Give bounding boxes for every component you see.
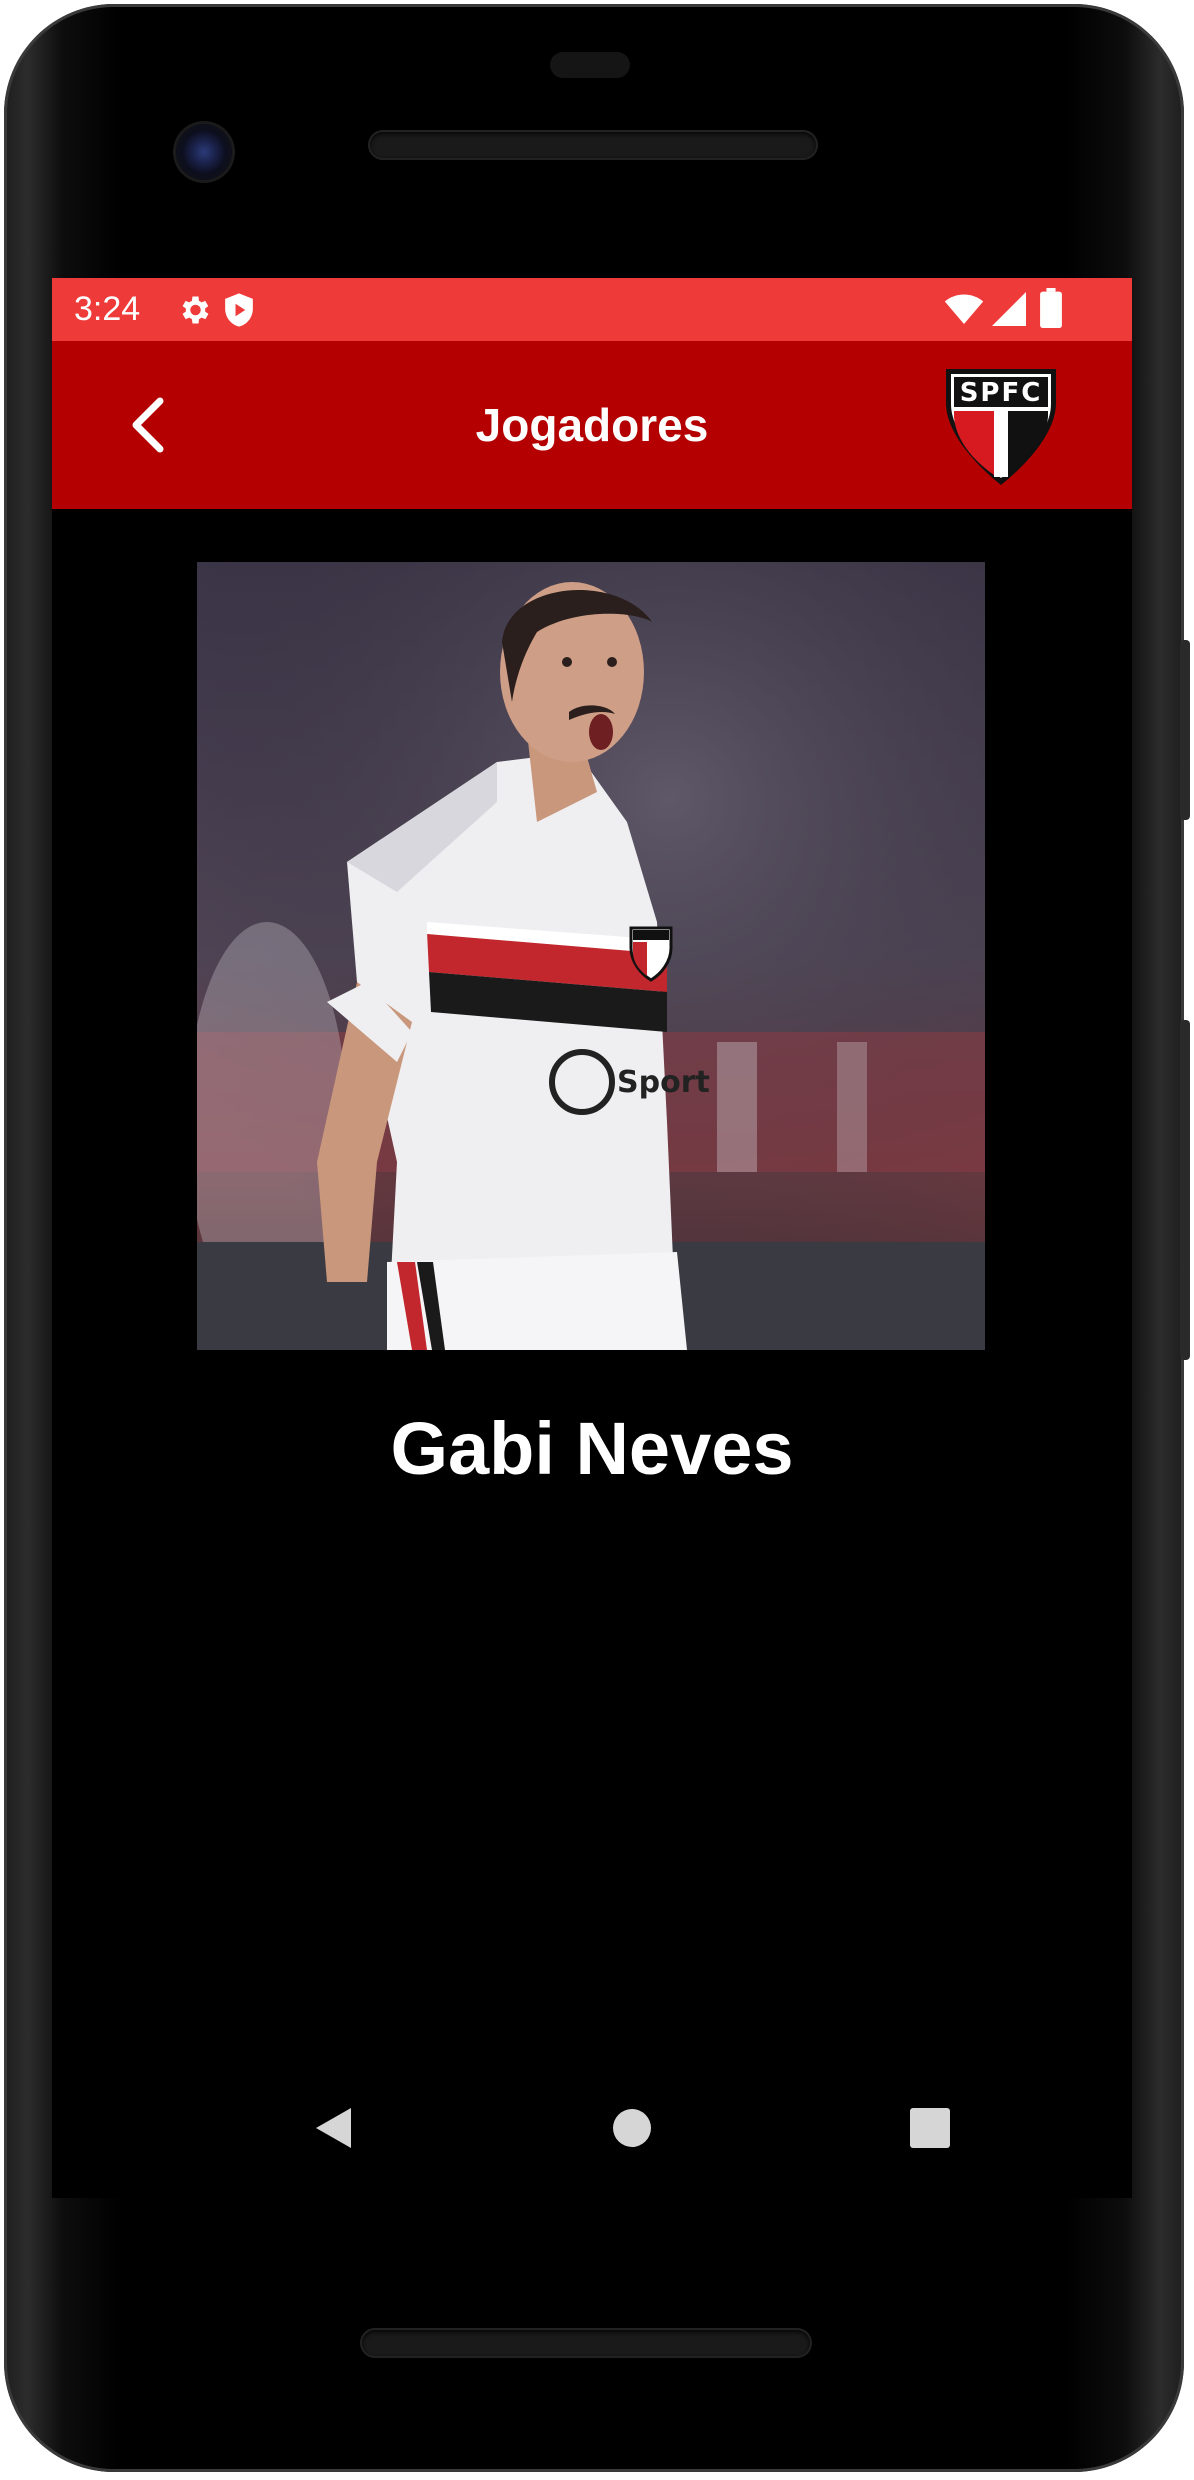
phone-device: 3:24 Jogadores SPFC Sport Gabi Neves <box>0 0 1194 2480</box>
recents-square-icon <box>910 2108 950 2148</box>
earpiece <box>550 52 630 78</box>
app-toolbar: Jogadores SPFC <box>52 341 1132 509</box>
power-button <box>1180 1020 1190 1360</box>
status-bar: 3:24 <box>52 278 1132 341</box>
front-camera <box>176 124 232 180</box>
cell-signal-icon <box>992 292 1026 331</box>
nav-back-button[interactable] <box>295 2088 375 2168</box>
spfc-logo: SPFC <box>940 365 1062 489</box>
battery-icon <box>1040 288 1062 333</box>
back-button[interactable] <box>112 385 192 465</box>
nav-recents-button[interactable] <box>890 2088 970 2168</box>
settings-icon <box>176 292 212 333</box>
nav-home-button[interactable] <box>592 2088 672 2168</box>
logo-text: SPFC <box>960 378 1043 408</box>
top-speaker <box>370 132 816 158</box>
status-time: 3:24 <box>74 290 141 328</box>
back-triangle-icon <box>316 2108 351 2148</box>
player-photo: Sport <box>197 562 985 1350</box>
screen: 3:24 Jogadores SPFC Sport Gabi Neves <box>52 278 1132 2198</box>
home-circle-icon <box>613 2109 651 2147</box>
system-nav-bar <box>52 2068 1132 2194</box>
wifi-icon <box>944 292 984 331</box>
svg-text:Sport: Sport <box>617 1065 710 1100</box>
volume-button <box>1180 640 1190 820</box>
shield-play-icon <box>222 292 256 333</box>
player-name: Gabi Neves <box>390 1407 794 1490</box>
chevron-left-icon <box>132 397 164 453</box>
bottom-speaker <box>362 2330 810 2356</box>
